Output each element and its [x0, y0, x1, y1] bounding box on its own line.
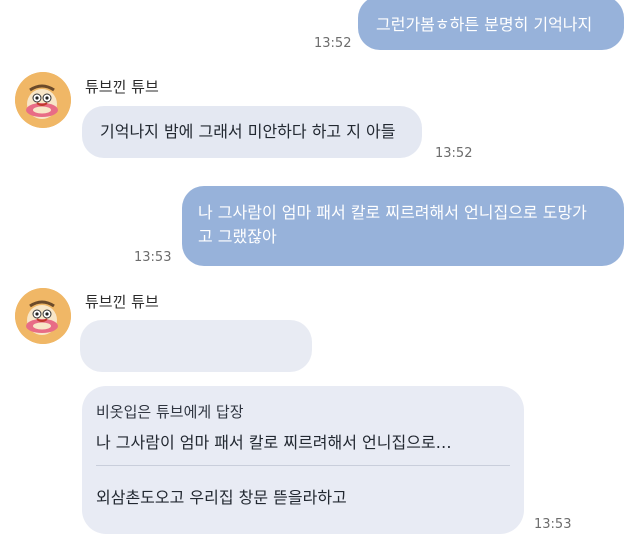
message-text: 외삼촌도오고 우리집 창문 뜯을라하고 — [96, 488, 347, 507]
sender-name: 튜브낀 튜브 — [85, 78, 159, 96]
message-text-line1: 나 그사람이 엄마 패서 칼로 찌르려해서 언니집으로 도망가 — [198, 203, 587, 222]
avatar[interactable] — [15, 72, 71, 128]
message-text-line2: 고 그랬잖아 — [198, 227, 277, 246]
incoming-message-bubble-blurred[interactable] — [80, 320, 312, 372]
avatar[interactable] — [15, 288, 71, 344]
outgoing-message-bubble[interactable]: 그런가봄ㅎ하튼 분명히 기억나지 — [358, 0, 624, 50]
message-text: 그런가봄ㅎ하튼 분명히 기억나지 — [376, 15, 593, 34]
sender-name: 튜브낀 튜브 — [85, 293, 159, 311]
reply-divider — [96, 465, 510, 466]
reply-message-bubble[interactable]: 비옷입은 튜브에게 답장 나 그사람이 엄마 패서 칼로 찌르려해서 언니집으로… — [82, 386, 524, 534]
tube-character-avatar-icon — [15, 72, 71, 128]
message-time: 13:52 — [435, 146, 473, 161]
outgoing-message-bubble[interactable]: 나 그사람이 엄마 패서 칼로 찌르려해서 언니집으로 도망가 고 그랬잖아 — [182, 186, 624, 266]
reply-quote: 나 그사람이 엄마 패서 칼로 찌르려해서 언니집으로… — [96, 433, 452, 452]
message-text: 기억나지 밤에 그래서 미안하다 하고 지 아들 — [100, 122, 396, 141]
reply-header: 비옷입은 튜브에게 답장 — [96, 403, 244, 421]
message-time: 13:52 — [314, 36, 352, 51]
message-time: 13:53 — [534, 517, 572, 532]
incoming-message-bubble[interactable]: 기억나지 밤에 그래서 미안하다 하고 지 아들 — [82, 106, 422, 158]
message-time: 13:53 — [134, 250, 172, 265]
tube-character-avatar-icon — [15, 288, 71, 344]
